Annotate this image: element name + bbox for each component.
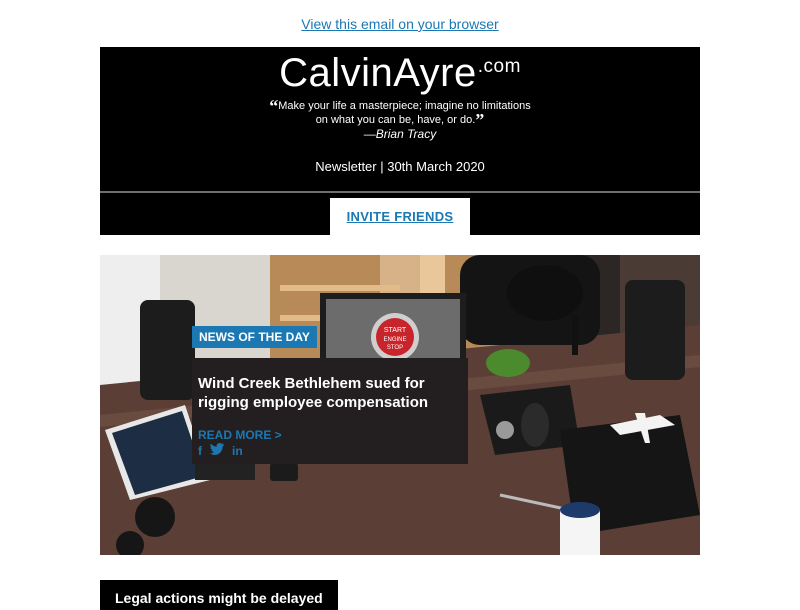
open-quote-mark: “: [269, 96, 279, 116]
read-more-link[interactable]: READ MORE >: [198, 428, 282, 442]
newsletter-date: Newsletter | 30th March 2020: [315, 159, 485, 174]
news-of-the-day-tag: NEWS OF THE DAY: [192, 326, 317, 348]
calvinayre-logo[interactable]: CalvinAyre.com: [100, 51, 700, 96]
screen-text-3: STOP: [387, 345, 403, 351]
featured-article-card: Wind Creek Bethlehem sued for rigging em…: [192, 358, 468, 464]
screen-text-1: START: [384, 327, 407, 334]
quote-author: —Brian Tracy: [363, 127, 437, 141]
quote-line-2: on what you can be, have, or do.: [315, 114, 476, 126]
next-article-heading[interactable]: Legal actions might be delayed: [100, 580, 338, 610]
logo-main: CalvinAyre: [279, 51, 477, 95]
social-share-links: f in: [198, 443, 243, 458]
twitter-icon[interactable]: [210, 443, 224, 458]
logo-tld: .com: [477, 56, 521, 77]
close-quote-mark: ”: [475, 110, 485, 130]
header-quote: “Make your life a masterpiece; imagine n…: [100, 96, 700, 141]
view-in-browser-link[interactable]: View this email on your browser: [301, 16, 498, 32]
view-in-browser: View this email on your browser: [0, 16, 800, 32]
facebook-icon[interactable]: f: [198, 444, 202, 458]
article-title[interactable]: Wind Creek Bethlehem sued for rigging em…: [198, 374, 460, 412]
header-divider: [100, 191, 700, 193]
screen-text-2: ENGINE: [383, 337, 406, 343]
invite-friends-button[interactable]: INVITE FRIENDS: [330, 198, 470, 235]
linkedin-icon[interactable]: in: [232, 444, 243, 458]
newsletter-header: CalvinAyre.com “Make your life a masterp…: [100, 47, 700, 235]
quote-line-1: Make your life a masterpiece; imagine no…: [278, 100, 531, 112]
